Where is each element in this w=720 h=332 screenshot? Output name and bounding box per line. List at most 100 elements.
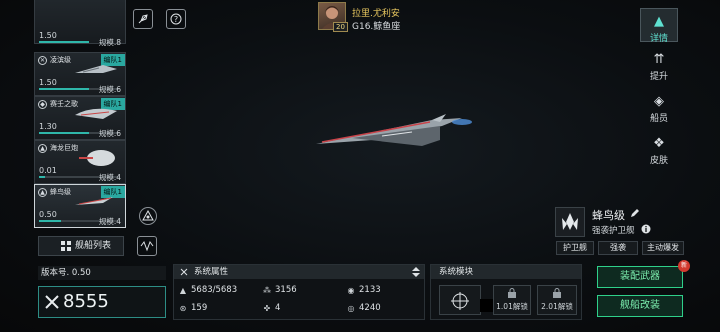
ship-card-scale: 规模.6	[98, 129, 121, 138]
armor-icon: ⁂	[263, 286, 271, 295]
tab-crew[interactable]: ◈ 船员	[640, 94, 678, 126]
close-x-icon	[180, 268, 188, 276]
wave-icon	[140, 240, 154, 252]
tab-upgrade-label: 提升	[649, 72, 668, 82]
ship-name: 蜂鸟级	[592, 209, 625, 222]
module-slot-locked-1[interactable]: 1.01解锁	[493, 285, 531, 315]
ship-card-power: 1.50	[39, 78, 57, 87]
ship-card-power: 0.50	[39, 210, 57, 219]
detail-icon: ▲	[654, 14, 664, 29]
ship-thumbnail-icon	[75, 197, 113, 205]
attr-evasion: ✜ 4	[262, 303, 281, 314]
lock-icon	[508, 288, 516, 298]
edit-icon[interactable]	[630, 208, 640, 218]
commander-name: 拉里.尤利安	[352, 9, 400, 19]
speed-icon: ⊛	[179, 304, 187, 313]
module-unlock-label: 2.01解锁	[541, 302, 573, 311]
attr-evasion-value: 4	[275, 303, 281, 313]
ship-thumbnail-icon	[79, 150, 115, 166]
ship-card-power: 1.50	[39, 31, 57, 40]
upgrade-icon: ⇈	[653, 52, 665, 67]
lock-icon	[553, 288, 561, 298]
ship-card-bar	[39, 88, 89, 90]
ship-card-1[interactable]: ✕ 凌滨级 编队1 1.50 规模.6	[34, 52, 126, 96]
module-slot-active[interactable]	[439, 285, 500, 315]
ship-thumbnail-icon	[75, 108, 117, 119]
ship-class-icon	[555, 207, 585, 237]
frigate-class-icon	[562, 213, 578, 230]
modules-title: 系统模块	[431, 265, 581, 279]
attr-shield-value: 2133	[359, 285, 381, 295]
ship-card-name: 蜂鸟级	[50, 188, 71, 196]
module-slot-locked-2[interactable]: 2.01解锁	[537, 285, 577, 315]
help-button[interactable]: ?	[166, 9, 186, 29]
power-value: 8555	[63, 291, 109, 312]
ship-card-bar	[39, 220, 61, 222]
ship-card-4[interactable]: ▲ 蜂鸟级 编队1 0.50 规模.4	[34, 184, 126, 228]
attr-armor: ⁂ 3156	[262, 285, 297, 296]
evasion-icon: ✜	[263, 304, 271, 313]
ship-refit-button[interactable]: 舰船改装	[597, 295, 683, 317]
tab-skin-label: 皮肤	[649, 156, 668, 166]
info-icon[interactable]	[641, 224, 651, 234]
tab-details[interactable]: ▲ 详情	[640, 8, 678, 44]
crossed-swords-icon	[45, 295, 59, 309]
attr-hull-value: 5683/5683	[191, 285, 238, 295]
grid-icon	[61, 241, 71, 251]
equip-weapons-button[interactable]: 装配武器	[597, 266, 683, 288]
ship-card-2[interactable]: ◆ 赛壬之歌 编队1 1.30 规模.6	[34, 96, 126, 140]
new-badge: 新	[678, 260, 690, 272]
trait-tag-assault[interactable]: 强袭	[598, 241, 638, 255]
ship-class-icon: ✕	[38, 56, 47, 65]
ship-card-bar	[39, 132, 89, 134]
target-module-icon	[451, 292, 469, 310]
rename-button[interactable]	[133, 9, 153, 29]
triangle-formation-icon	[142, 210, 154, 221]
ship-thumbnail-icon	[75, 65, 117, 73]
attributes-header: 系统属性	[174, 265, 424, 279]
sort-icon[interactable]	[412, 267, 420, 277]
module-unlock-label: 1.01解锁	[496, 302, 528, 311]
ship-card-scale: 规模.4	[98, 173, 121, 182]
ship-card-bar	[39, 41, 89, 43]
filter-button[interactable]	[137, 236, 157, 256]
crew-icon: ◈	[654, 94, 664, 109]
fleet-formation-button[interactable]	[139, 207, 157, 225]
tab-details-label: 详情	[649, 34, 668, 44]
ship-card-power: 0.01	[39, 166, 57, 175]
attr-speed-value: 159	[191, 303, 208, 313]
attr-armor-value: 3156	[275, 285, 297, 295]
commander-formation: G16.鲸鱼座	[352, 22, 401, 32]
ship-card-scale: 规模.4	[98, 217, 121, 226]
attr-energy-value: 4240	[359, 303, 381, 313]
attr-speed: ⊛ 159	[178, 303, 208, 314]
tab-upgrade[interactable]: ⇈ 提升	[640, 52, 678, 84]
system-attributes-panel: 系统属性 ▲ 5683/5683 ⁂ 3156 ◉ 2133 ⊛ 159 ✜ 4 ◎ 424…	[173, 264, 425, 320]
attributes-title: 系统属性	[194, 267, 229, 277]
energy-icon: ◎	[347, 304, 355, 313]
svg-text:?: ?	[174, 15, 178, 24]
ship-type: 强袭护卫舰	[592, 226, 635, 236]
commander-level-badge: 20	[333, 22, 348, 32]
shield-icon: ◉	[347, 286, 355, 295]
ship-card-0[interactable]: 1.50 规模.8	[34, 0, 126, 47]
ship-class-icon: ▲	[38, 144, 47, 153]
ship-model-icon	[316, 114, 472, 146]
ship-card-scale: 规模.6	[98, 85, 121, 94]
trait-tag-burst[interactable]: 主动爆发	[642, 241, 684, 255]
ship-card-3[interactable]: ▲ 海龙巨炮 0.01 规模.4	[34, 140, 126, 184]
ship-card-power: 1.30	[39, 122, 57, 131]
tab-crew-label: 船员	[649, 114, 668, 124]
ship-list-label: 舰船列表	[75, 241, 112, 251]
question-icon: ?	[170, 13, 182, 25]
trait-tag-frigate[interactable]: 护卫舰	[556, 241, 594, 255]
skin-icon: ❖	[653, 136, 665, 151]
hull-icon: ▲	[179, 286, 187, 295]
attr-shield: ◉ 2133	[346, 285, 381, 296]
ship-card-name: 凌滨级	[50, 56, 71, 64]
tab-skin[interactable]: ❖ 皮肤	[640, 136, 678, 168]
feather-icon	[138, 14, 148, 24]
ship-list-button[interactable]: 舰船列表	[38, 236, 124, 256]
ship-class-icon: ◆	[38, 100, 47, 109]
version-label: 版本号. 0.50	[38, 266, 166, 280]
